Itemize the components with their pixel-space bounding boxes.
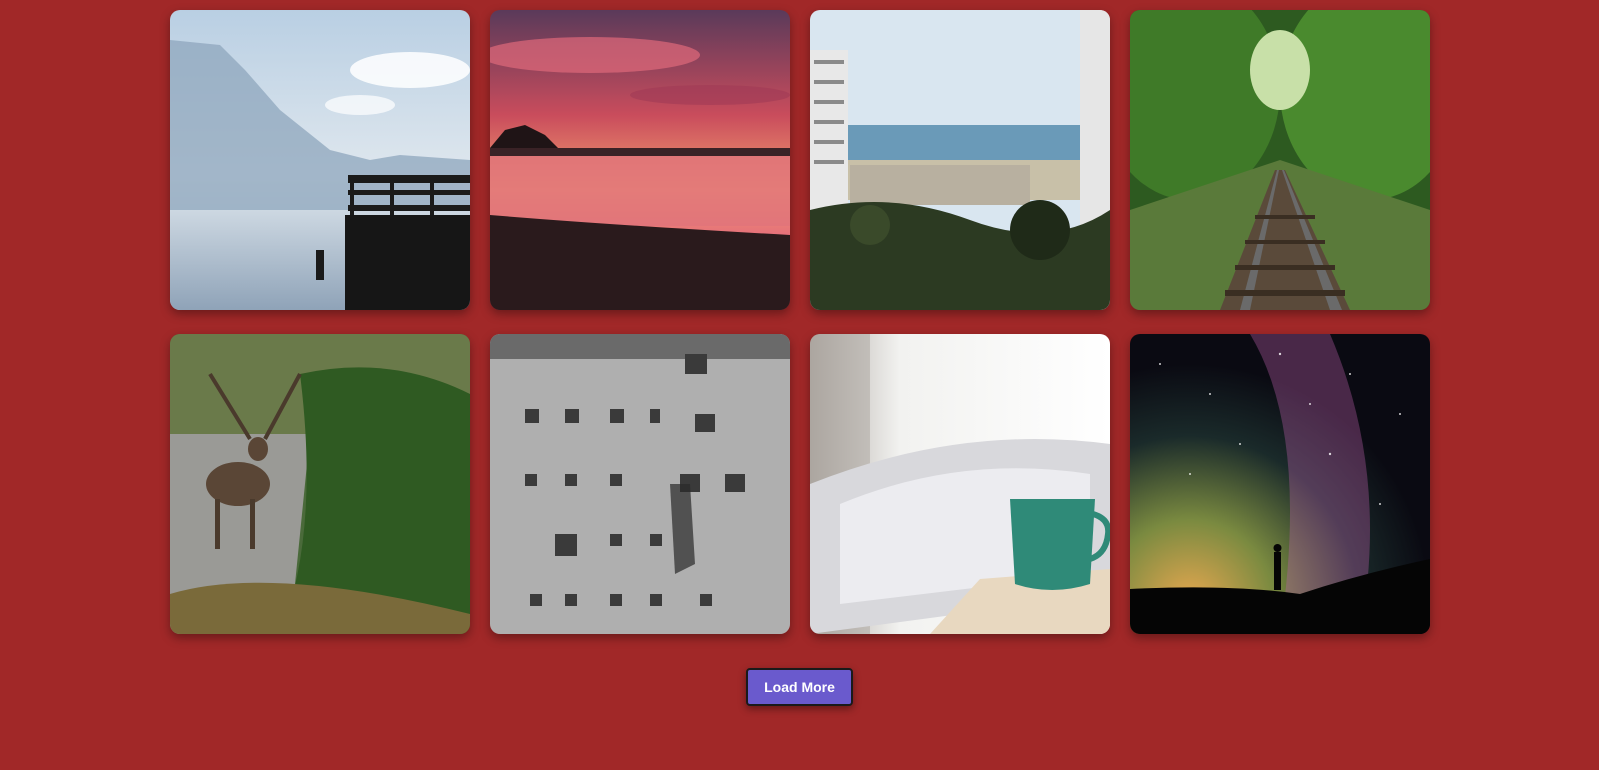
photo-gallery (170, 10, 1430, 634)
gallery-photo-old-building[interactable] (490, 334, 790, 634)
gallery-photo-city-coast[interactable] (810, 10, 1110, 310)
gallery-photo-sunset-beach[interactable] (490, 10, 790, 310)
gallery-photo-milky-way[interactable] (1130, 334, 1430, 634)
load-more-button[interactable]: Load More (746, 668, 853, 706)
gallery-photo-coffee-cup-bed[interactable] (810, 334, 1110, 634)
gallery-photo-forest-railway[interactable] (1130, 10, 1430, 310)
gallery-photo-deer-river[interactable] (170, 334, 470, 634)
gallery-photo-lake-pier[interactable] (170, 10, 470, 310)
